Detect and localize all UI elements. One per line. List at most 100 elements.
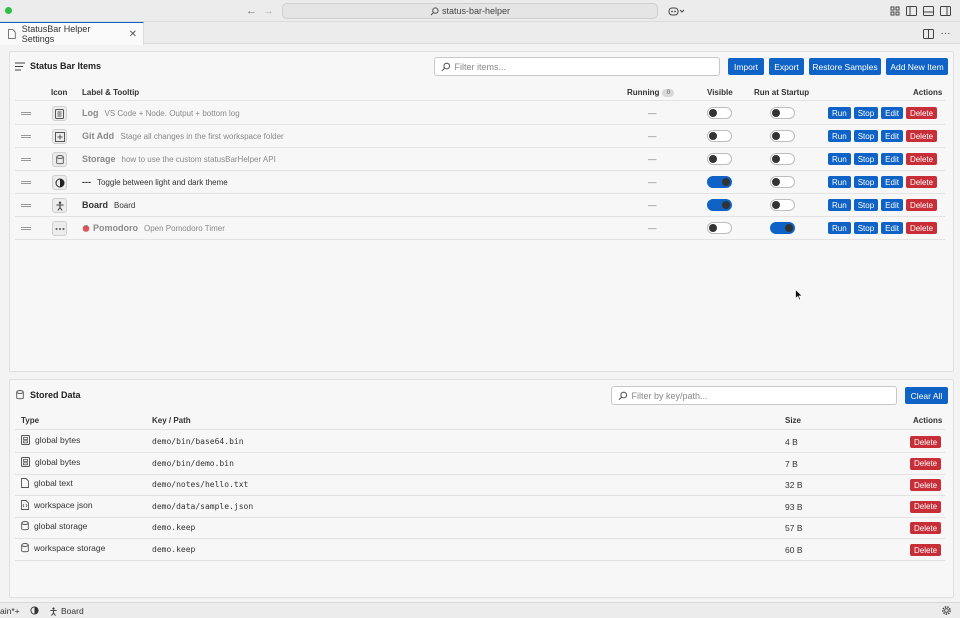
filter-items-field[interactable] bbox=[434, 57, 720, 76]
drag-handle-icon[interactable] bbox=[21, 204, 31, 207]
stop-button[interactable]: Stop bbox=[853, 107, 879, 119]
stop-button[interactable]: Stop bbox=[853, 130, 879, 142]
stop-button[interactable]: Stop bbox=[853, 153, 879, 165]
delete-button[interactable]: Delete bbox=[905, 199, 938, 211]
back-arrow-icon[interactable]: ← bbox=[246, 4, 257, 18]
row-actions: Run Stop Edit Delete bbox=[828, 130, 938, 142]
clear-all-button[interactable]: Clear All bbox=[905, 387, 948, 404]
delete-button[interactable]: Delete bbox=[910, 544, 942, 556]
visible-toggle[interactable] bbox=[707, 130, 732, 142]
restore-samples-button[interactable]: Restore Samples bbox=[809, 58, 881, 75]
data-key: demo/notes/hello.txt bbox=[152, 480, 249, 490]
run-at-startup-toggle[interactable] bbox=[770, 176, 795, 188]
filter-data-field[interactable] bbox=[611, 386, 897, 405]
import-button[interactable]: Import bbox=[728, 58, 764, 75]
data-row: global bytes demo/bin/base64.bin 4 B Delete bbox=[15, 431, 945, 453]
forward-arrow-icon[interactable]: → bbox=[263, 4, 274, 18]
toggle-panel-icon[interactable] bbox=[923, 5, 934, 16]
delete-button[interactable]: Delete bbox=[905, 153, 938, 165]
toggle-knob bbox=[722, 178, 730, 186]
close-icon[interactable]: ✕ bbox=[129, 29, 137, 40]
copilot-icon[interactable] bbox=[667, 5, 687, 16]
run-button[interactable]: Run bbox=[828, 153, 851, 165]
more-actions-icon[interactable]: ··· bbox=[940, 28, 951, 39]
database-icon bbox=[21, 521, 29, 531]
visible-toggle[interactable] bbox=[707, 153, 732, 165]
export-button[interactable]: Export bbox=[769, 58, 804, 75]
delete-button[interactable]: Delete bbox=[905, 176, 938, 188]
toggle-secondary-sidebar-icon[interactable] bbox=[940, 5, 951, 16]
run-at-startup-toggle[interactable] bbox=[770, 199, 795, 211]
add-new-item-button[interactable]: Add New Item bbox=[886, 58, 948, 75]
drag-handle-icon[interactable] bbox=[21, 227, 31, 230]
delete-button[interactable]: Delete bbox=[910, 436, 942, 448]
stop-button[interactable]: Stop bbox=[853, 222, 879, 234]
log-icon[interactable] bbox=[52, 106, 67, 121]
delete-button[interactable]: Delete bbox=[910, 522, 942, 535]
drag-handle-icon[interactable] bbox=[21, 158, 31, 161]
toggle-knob bbox=[722, 201, 730, 209]
run-button[interactable]: Run bbox=[828, 130, 851, 142]
delete-button[interactable]: Delete bbox=[910, 500, 942, 513]
edit-button[interactable]: Edit bbox=[881, 199, 903, 211]
search-icon bbox=[430, 6, 439, 15]
layout-controls-icon[interactable] bbox=[889, 5, 900, 16]
running-status: — bbox=[648, 154, 657, 164]
diff-added-icon[interactable] bbox=[52, 129, 67, 144]
drag-handle-icon[interactable] bbox=[21, 135, 31, 138]
edit-button[interactable]: Edit bbox=[881, 153, 903, 165]
toggle-sidebar-icon[interactable] bbox=[906, 5, 917, 16]
visible-toggle[interactable] bbox=[707, 176, 732, 188]
item-label: Log bbox=[82, 108, 99, 118]
split-editor-icon[interactable] bbox=[923, 28, 934, 39]
delete-button[interactable]: Delete bbox=[905, 222, 938, 234]
delete-button[interactable]: Delete bbox=[910, 479, 942, 492]
contrast-icon[interactable] bbox=[52, 175, 67, 190]
item-tooltip: Board bbox=[114, 201, 136, 210]
ellipsis-icon[interactable] bbox=[52, 221, 67, 236]
delete-button[interactable]: Delete bbox=[910, 457, 942, 470]
delete-button[interactable]: Delete bbox=[905, 130, 938, 142]
drag-handle-icon[interactable] bbox=[21, 181, 31, 184]
toggle-knob bbox=[709, 224, 717, 232]
stop-button[interactable]: Stop bbox=[853, 199, 879, 211]
statusbar-branch[interactable]: ain*+ bbox=[0, 606, 20, 616]
run-button[interactable]: Run bbox=[828, 176, 851, 188]
row-actions: Run Stop Edit Delete bbox=[828, 222, 938, 234]
settings-gear-icon[interactable] bbox=[942, 606, 951, 615]
run-button[interactable]: Run bbox=[828, 199, 851, 211]
filter-data-input[interactable] bbox=[631, 390, 896, 401]
window-close-button[interactable] bbox=[5, 7, 12, 14]
data-size: 4 B bbox=[785, 437, 798, 447]
visible-toggle[interactable] bbox=[707, 199, 732, 211]
branch-text: ain*+ bbox=[0, 606, 20, 616]
run-at-startup-toggle[interactable] bbox=[770, 130, 795, 142]
delete-button[interactable]: Delete bbox=[905, 107, 938, 119]
tab-title: StatusBar Helper Settings bbox=[21, 24, 91, 44]
accessibility-icon[interactable] bbox=[52, 198, 67, 213]
edit-button[interactable]: Edit bbox=[881, 176, 903, 188]
run-button[interactable]: Run bbox=[828, 107, 851, 119]
database-icon[interactable] bbox=[52, 152, 67, 167]
statusbar-board[interactable]: Board bbox=[49, 606, 84, 616]
run-at-startup-toggle[interactable] bbox=[770, 222, 795, 234]
stop-button[interactable]: Stop bbox=[853, 176, 879, 188]
toggle-knob bbox=[709, 132, 717, 140]
data-size: 57 B bbox=[785, 523, 803, 534]
visible-toggle[interactable] bbox=[707, 107, 732, 119]
command-center[interactable]: status-bar-helper bbox=[282, 3, 658, 19]
edit-button[interactable]: Edit bbox=[881, 107, 903, 119]
edit-button[interactable]: Edit bbox=[881, 130, 903, 142]
table-row: Board Board — Run Stop Edit Delete bbox=[15, 194, 945, 217]
tab-statusbar-helper-settings[interactable]: StatusBar Helper Settings ✕ bbox=[0, 22, 144, 45]
visible-toggle[interactable] bbox=[707, 222, 732, 234]
run-at-startup-toggle[interactable] bbox=[770, 107, 795, 119]
run-button[interactable]: Run bbox=[828, 222, 851, 234]
run-at-startup-toggle[interactable] bbox=[770, 153, 795, 165]
edit-button[interactable]: Edit bbox=[881, 222, 903, 234]
command-center-text: status-bar-helper bbox=[441, 6, 511, 16]
row-actions: Run Stop Edit Delete bbox=[828, 107, 938, 119]
statusbar-theme-toggle[interactable] bbox=[30, 606, 39, 615]
filter-items-input[interactable] bbox=[454, 61, 719, 72]
drag-handle-icon[interactable] bbox=[21, 112, 31, 115]
